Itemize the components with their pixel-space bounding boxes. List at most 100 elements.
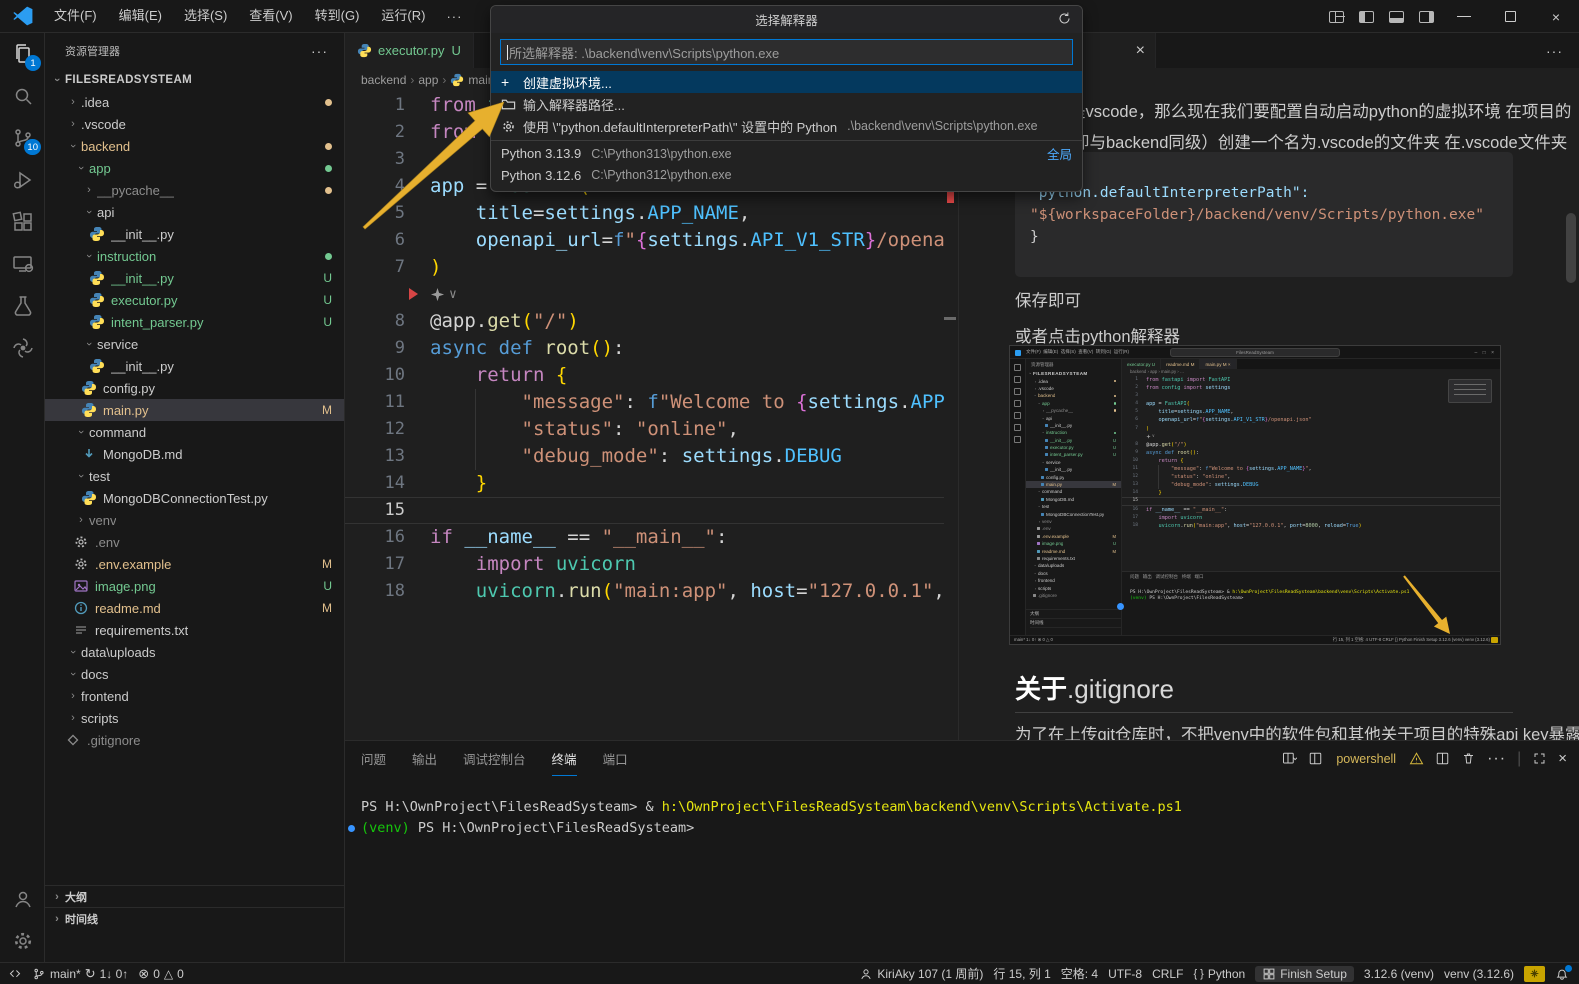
tree-item[interactable]: ›scripts	[1026, 584, 1121, 591]
tree-item[interactable]: ›api	[1026, 414, 1121, 421]
code-line[interactable]: 17 import uvicorn	[345, 551, 944, 578]
panel-tab-输出[interactable]: 输出	[412, 749, 437, 768]
source-control-icon[interactable]: 10	[0, 117, 45, 159]
quick-pick-input[interactable]: 所选解释器: .\backend\venv\Scripts\python.exe	[500, 39, 1073, 65]
preview-more-actions[interactable]: ···	[1546, 33, 1563, 68]
tree-item[interactable]: ›command	[1026, 488, 1121, 495]
status--15-1[interactable]: 行 15, 列 1	[993, 965, 1050, 982]
tree-root[interactable]: ›FILESREADSYSTEAM	[1026, 370, 1121, 377]
tree-item[interactable]: requirements.txt	[45, 619, 344, 641]
code-line[interactable]: 7)	[1122, 425, 1500, 433]
terminal-output[interactable]: PS H:\OwnProject\FilesReadSysteam> & h:\…	[361, 797, 1182, 839]
tree-item[interactable]: requirements.txt	[1026, 555, 1121, 562]
tree-item[interactable]: ›__pycache__	[1026, 407, 1121, 414]
tree-item[interactable]: config.py	[1026, 473, 1121, 480]
status-finish-setup[interactable]: Finish Setup	[1255, 966, 1354, 982]
quick-pick-item[interactable]: 输入解释器路径...	[491, 93, 1082, 115]
settings-gear-icon[interactable]	[0, 920, 45, 962]
code-line[interactable]: 12 "status": "online",	[1122, 473, 1500, 481]
tree-item[interactable]: ›service	[1026, 459, 1121, 466]
tree-item[interactable]: ›venv	[45, 509, 344, 531]
refresh-icon[interactable]	[1057, 11, 1072, 29]
tree-item[interactable]: ›venv	[1026, 518, 1121, 525]
tree-item[interactable]: image.pngU	[1026, 540, 1121, 547]
tree-item[interactable]: ›frontend	[45, 685, 344, 707]
tree-item[interactable]: ›data\uploads	[45, 641, 344, 663]
maximize-panel-icon[interactable]	[1532, 751, 1547, 766]
tree-item[interactable]: MongoDBConnectionTest.py	[1026, 510, 1121, 517]
inline-chat-widget[interactable]: ∨	[1122, 433, 1500, 441]
tree-item[interactable]: .env.exampleM	[45, 553, 344, 575]
code-line[interactable]: 9async def root():	[345, 335, 944, 362]
tree-item[interactable]: __init__.py	[1026, 466, 1121, 473]
python-env-gold-icon[interactable]	[1524, 966, 1545, 982]
tree-item[interactable]: ›.vscode	[45, 113, 344, 135]
tree-item[interactable]: ›command	[45, 421, 344, 443]
preview-scrollbar-thumb[interactable]	[1566, 213, 1576, 283]
tree-item[interactable]: ›scripts	[45, 707, 344, 729]
tree-item[interactable]: ›api	[45, 201, 344, 223]
editor-scrollbar-thumb[interactable]	[944, 317, 956, 320]
tree-item[interactable]: __init__.pyU	[45, 267, 344, 289]
quick-pick-item[interactable]: +创建虚拟环境...	[491, 71, 1082, 93]
code-line[interactable]: 14 }	[1122, 489, 1500, 497]
tree-item[interactable]: ›.idea	[1026, 377, 1121, 384]
code-line[interactable]: 13 "debug_mode": settings.DEBUG	[345, 443, 944, 470]
search-icon[interactable]	[0, 75, 45, 117]
tree-item[interactable]: ›.vscode	[1026, 385, 1121, 392]
code-line[interactable]: 8@app.get("/")	[1122, 441, 1500, 449]
tree-item[interactable]: ›backend	[1026, 392, 1121, 399]
code-line[interactable]: 6 openapi_url=f"{settings.API_V1_STR}/op…	[1122, 416, 1500, 424]
timeline-section[interactable]: ›时间线	[45, 907, 344, 929]
menu-more[interactable]: ···	[436, 9, 472, 24]
tree-item[interactable]: .env	[1026, 525, 1121, 532]
tree-item[interactable]: intent_parser.pyU	[45, 311, 344, 333]
code-line[interactable]: 16if __name__ == "__main__":	[1122, 506, 1500, 514]
copilot-sparkle-icon[interactable]: ∨	[1146, 433, 1155, 441]
inline-chat-widget[interactable]: ∨	[345, 281, 944, 308]
close-panel-icon[interactable]: ×	[1558, 750, 1567, 767]
launch-profile-icon[interactable]	[1282, 751, 1297, 766]
python-environment-icon[interactable]	[0, 327, 45, 369]
menu-item[interactable]: 查看(V)	[238, 4, 303, 28]
tree-item[interactable]: main.pyM	[1026, 481, 1121, 488]
status-utf-8[interactable]: UTF-8	[1108, 967, 1142, 981]
outline-section[interactable]: ›大纲	[45, 885, 344, 907]
tree-item[interactable]: ›__pycache__	[45, 179, 344, 201]
menu-item[interactable]: 运行(R)	[370, 4, 436, 28]
quick-pick-item[interactable]: 使用 \"python.defaultInterpreterPath\" 设置中…	[491, 115, 1082, 137]
status-3-12-6-venv-[interactable]: 3.12.6 (venv)	[1364, 967, 1434, 981]
code-line[interactable]: 17 import uvicorn	[1122, 514, 1500, 522]
customize-layout-icon[interactable]	[1321, 0, 1351, 33]
close-icon[interactable]: ×	[1136, 42, 1145, 60]
code-line[interactable]: 15	[345, 497, 944, 524]
toggle-secondary-sidebar-icon[interactable]	[1411, 0, 1441, 33]
tree-item[interactable]: executor.pyU	[1026, 444, 1121, 451]
code-line[interactable]: 12 "status": "online",	[345, 416, 944, 443]
panel-tab-终端[interactable]: 终端	[552, 741, 577, 776]
code-line[interactable]: 13 "debug_mode": settings.DEBUG	[1122, 481, 1500, 489]
code-line[interactable]: 16if __name__ == "__main__":	[345, 524, 944, 551]
quick-pick-item[interactable]: Python 3.13.9C:\Python313\python.exe全局	[491, 140, 1082, 164]
code-line[interactable]: 4app = FastAPI(	[1122, 400, 1500, 408]
code-line[interactable]: 14 }	[345, 470, 944, 497]
toggle-sidebar-icon[interactable]	[1351, 0, 1381, 33]
tree-item[interactable]: __init__.py	[45, 223, 344, 245]
tree-item[interactable]: .env	[45, 531, 344, 553]
tree-item[interactable]: main.pyM	[45, 399, 344, 421]
code-line[interactable]: 10 return {	[1122, 457, 1500, 465]
menu-item[interactable]: 转到(G)	[304, 4, 371, 28]
tree-item[interactable]: ›docs	[45, 663, 344, 685]
tree-item[interactable]: ›service	[45, 333, 344, 355]
tree-item[interactable]: ›app	[45, 157, 344, 179]
kill-terminal-icon[interactable]	[1461, 751, 1476, 766]
tree-item[interactable]: ›test	[1026, 503, 1121, 510]
run-debug-icon[interactable]	[0, 159, 45, 201]
tree-item[interactable]: ›instruction	[45, 245, 344, 267]
more-actions-icon[interactable]: ···	[1487, 750, 1506, 768]
terminal-tab-icon[interactable]	[1308, 751, 1323, 766]
code-line[interactable]: 18 uvicorn.run("main:app", host="127.0.0…	[1122, 522, 1500, 530]
shell-name[interactable]: powershell	[1336, 752, 1396, 766]
toggle-panel-icon[interactable]	[1381, 0, 1411, 33]
tree-item[interactable]: intent_parser.pyU	[1026, 451, 1121, 458]
